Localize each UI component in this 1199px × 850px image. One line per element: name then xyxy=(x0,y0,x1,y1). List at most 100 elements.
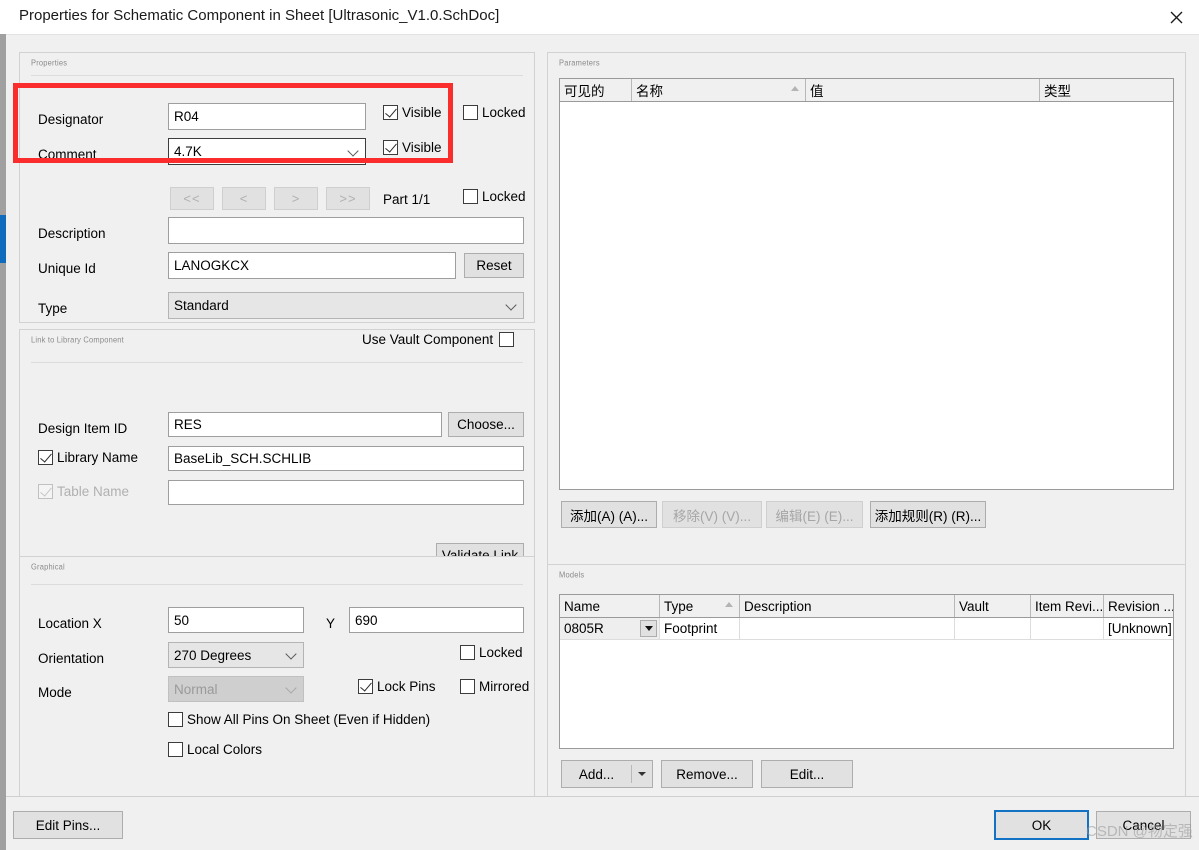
parameters-remove-button[interactable]: 移除(V) (V)... xyxy=(662,501,762,528)
mode-label: Mode xyxy=(38,686,72,700)
models-col-item-revision[interactable]: Item Revi... xyxy=(1031,595,1104,617)
close-icon[interactable] xyxy=(1153,0,1199,34)
designator-visible-checkbox[interactable]: Visible xyxy=(383,105,442,120)
designator-locked-checkbox[interactable]: Locked xyxy=(463,105,526,120)
model-vault-cell xyxy=(955,618,1031,639)
sort-ascending-icon xyxy=(791,86,799,91)
table-row[interactable]: 0805R Footprint [Unknown] xyxy=(560,618,1173,640)
library-name-input[interactable]: BaseLib_SCH.SCHLIB xyxy=(168,446,524,471)
location-y-input[interactable]: 690 xyxy=(349,607,524,633)
part-prev-button[interactable]: < xyxy=(222,187,266,210)
edit-pins-button[interactable]: Edit Pins... xyxy=(13,811,123,839)
part-last-button[interactable]: >> xyxy=(326,187,370,210)
mirrored-label: Mirrored xyxy=(479,679,529,694)
lock-pins-checkbox[interactable]: Lock Pins xyxy=(358,679,436,694)
chevron-down-icon[interactable] xyxy=(632,761,652,787)
models-add-split-button[interactable]: Add... xyxy=(561,760,653,788)
designator-input[interactable]: R04 xyxy=(168,103,366,130)
models-col-description[interactable]: Description xyxy=(740,595,955,617)
comment-visible-checkbox[interactable]: Visible xyxy=(383,140,442,155)
graphical-locked-label: Locked xyxy=(479,645,523,660)
designator-locked-label: Locked xyxy=(482,105,526,120)
location-x-input[interactable]: 50 xyxy=(168,607,304,633)
library-name-label: Library Name xyxy=(57,450,138,465)
table-name-label: Table Name xyxy=(57,484,129,499)
show-all-pins-box xyxy=(168,712,183,727)
model-type-cell: Footprint xyxy=(660,618,740,639)
show-all-pins-checkbox[interactable]: Show All Pins On Sheet (Even if Hidden) xyxy=(168,712,430,727)
use-vault-component-box xyxy=(499,332,514,347)
models-col-vault[interactable]: Vault xyxy=(955,595,1031,617)
comment-combo[interactable]: 4.7K xyxy=(168,138,366,165)
parameters-col-name-text: 名称 xyxy=(636,80,663,100)
type-combo[interactable]: Standard xyxy=(168,292,524,319)
parameters-col-type[interactable]: 类型 xyxy=(1040,79,1173,101)
properties-group-title: Properties xyxy=(31,58,67,67)
parameters-group-title: Parameters xyxy=(559,58,600,67)
part-locked-box xyxy=(463,189,478,204)
properties-group: Properties Designator R04 Visible Locked… xyxy=(19,52,535,323)
local-colors-checkbox[interactable]: Local Colors xyxy=(168,742,262,757)
parameters-col-name[interactable]: 名称 xyxy=(632,79,806,101)
orientation-value: 270 Degrees xyxy=(174,648,251,663)
models-group: Models Name Type Description Vault Item … xyxy=(547,564,1186,801)
local-colors-box xyxy=(168,742,183,757)
orientation-combo[interactable]: 270 Degrees xyxy=(168,642,304,668)
design-item-id-input[interactable]: RES xyxy=(168,412,442,437)
chevron-down-icon xyxy=(287,650,296,659)
properties-group-rule xyxy=(31,75,523,76)
graphical-locked-box xyxy=(460,645,475,660)
window-title: Properties for Schematic Component in Sh… xyxy=(19,7,499,24)
mode-value: Normal xyxy=(174,682,218,697)
mode-combo[interactable]: Normal xyxy=(168,676,304,702)
part-locked-label: Locked xyxy=(482,189,526,204)
parameters-group: Parameters 可见的 名称 值 类型 添加(A) (A)... 移除(V… xyxy=(547,52,1186,573)
models-edit-button[interactable]: Edit... xyxy=(761,760,853,788)
chevron-down-icon xyxy=(287,684,296,693)
models-col-revision[interactable]: Revision ... xyxy=(1104,595,1173,617)
use-vault-component-checkbox[interactable]: Use Vault Component xyxy=(362,332,514,347)
graphical-locked-checkbox[interactable]: Locked xyxy=(460,645,523,660)
models-remove-button[interactable]: Remove... xyxy=(661,760,753,788)
parameters-col-value[interactable]: 值 xyxy=(806,79,1040,101)
table-name-input[interactable] xyxy=(168,480,524,505)
parameters-add-button[interactable]: 添加(A) (A)... xyxy=(561,501,657,528)
model-item-revision-cell xyxy=(1031,618,1104,639)
local-colors-label: Local Colors xyxy=(187,742,262,757)
sort-ascending-icon xyxy=(725,602,733,607)
unique-id-input[interactable]: LANOGKCX xyxy=(168,252,456,279)
part-locked-checkbox[interactable]: Locked xyxy=(463,189,526,204)
parameters-add-rule-button[interactable]: 添加规则(R) (R)... xyxy=(870,501,986,528)
dialog-root: Properties for Schematic Component in Sh… xyxy=(0,0,1199,850)
type-value: Standard xyxy=(174,298,229,313)
model-name-cell[interactable]: 0805R xyxy=(560,618,660,639)
link-library-group: Link to Library Component Use Vault Comp… xyxy=(19,329,535,576)
model-name-text: 0805R xyxy=(564,621,604,636)
library-name-box xyxy=(38,450,53,465)
show-all-pins-label: Show All Pins On Sheet (Even if Hidden) xyxy=(187,712,430,727)
models-grid[interactable]: Name Type Description Vault Item Revi...… xyxy=(559,594,1174,749)
cancel-button[interactable]: Cancel xyxy=(1096,811,1191,839)
parameters-col-visible[interactable]: 可见的 xyxy=(560,79,632,101)
choose-button[interactable]: Choose... xyxy=(448,412,524,437)
chevron-down-icon[interactable] xyxy=(640,620,657,637)
use-vault-component-label: Use Vault Component xyxy=(362,332,493,347)
bottom-action-bar: Edit Pins... OK Cancel xyxy=(6,796,1199,850)
models-col-name[interactable]: Name xyxy=(560,595,660,617)
part-first-button[interactable]: << xyxy=(170,187,214,210)
library-name-checkbox[interactable]: Library Name xyxy=(38,450,138,465)
model-revision-cell: [Unknown] xyxy=(1104,618,1173,639)
ok-button[interactable]: OK xyxy=(994,810,1089,840)
description-input[interactable] xyxy=(168,217,524,244)
part-next-button[interactable]: > xyxy=(274,187,318,210)
parameters-edit-button[interactable]: 编辑(E) (E)... xyxy=(766,501,863,528)
table-name-checkbox[interactable]: Table Name xyxy=(38,484,129,499)
chevron-down-icon xyxy=(507,301,516,310)
models-add-button[interactable]: Add... xyxy=(562,761,631,787)
graphical-group: Graphical Location X 50 Y 690 Orientatio… xyxy=(19,556,535,801)
parameters-grid[interactable]: 可见的 名称 值 类型 xyxy=(559,78,1174,490)
designator-visible-box xyxy=(383,105,398,120)
models-col-type[interactable]: Type xyxy=(660,595,740,617)
reset-button[interactable]: Reset xyxy=(464,253,524,278)
mirrored-checkbox[interactable]: Mirrored xyxy=(460,679,529,694)
